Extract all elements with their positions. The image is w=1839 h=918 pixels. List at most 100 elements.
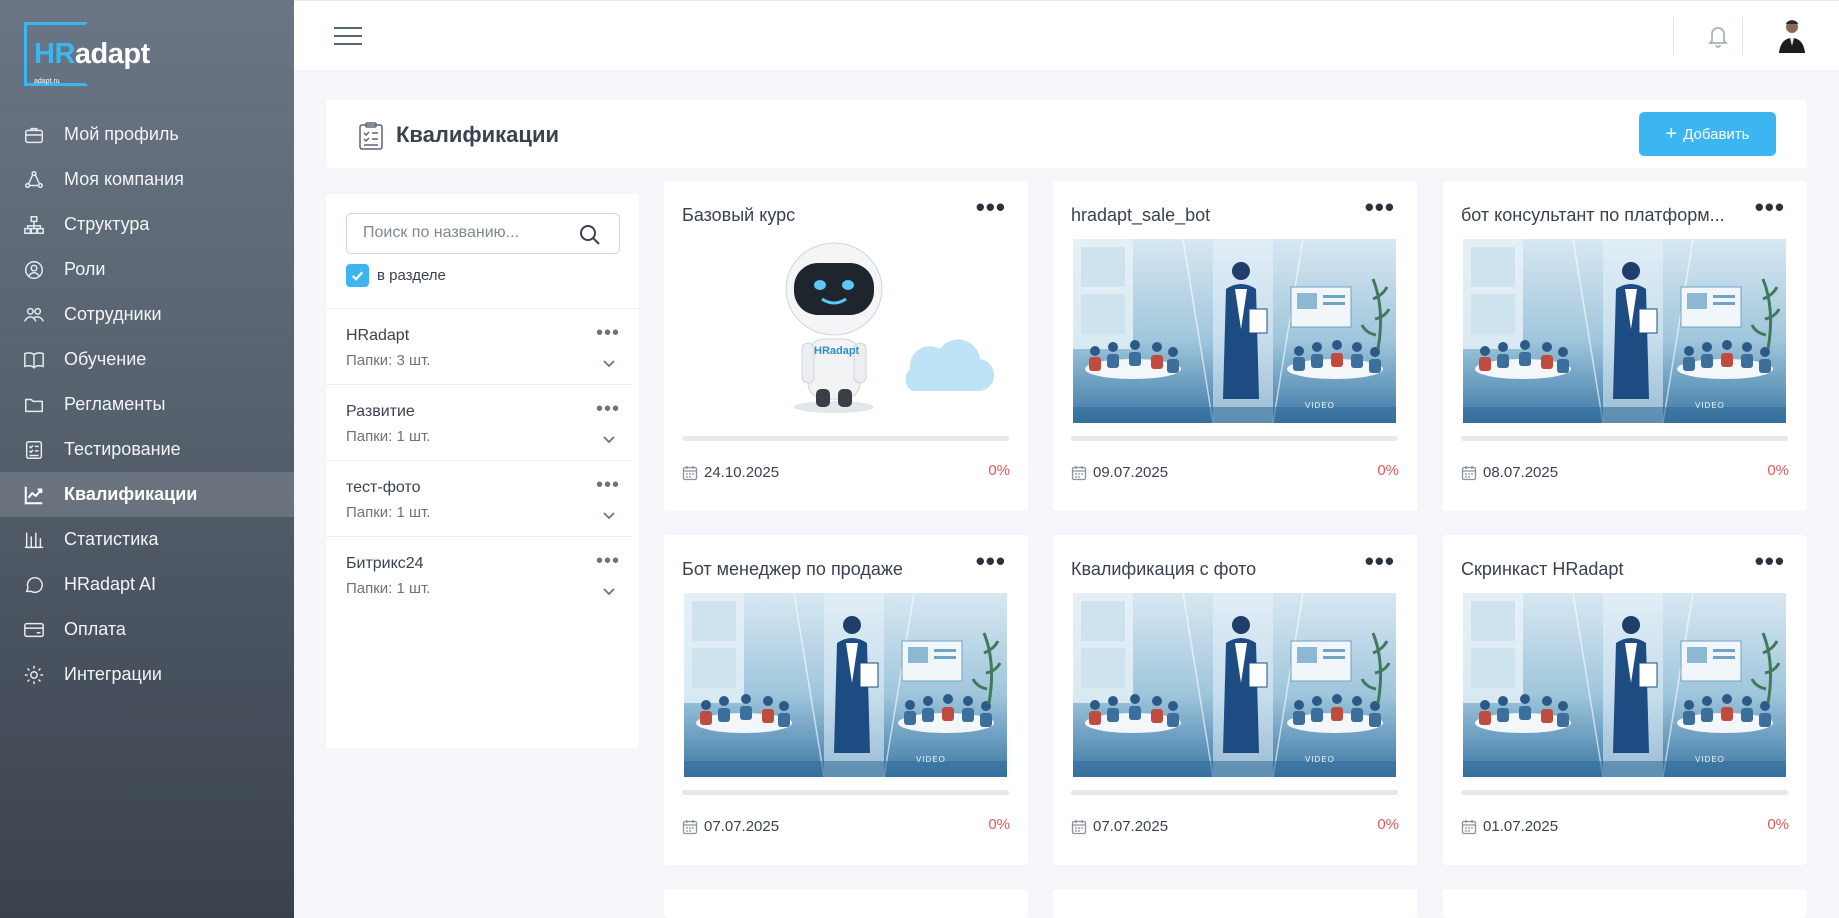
search-icon[interactable] [579,224,601,246]
qualification-card[interactable]: hradapt_sale_bot ••• VIDEO 09.07.2025 0% [1053,181,1417,511]
card-icon [22,618,46,642]
chevron-down-icon[interactable] [602,355,616,368]
qualification-card[interactable]: Бот менеджер по продаже ••• VIDEO 07.07.… [664,535,1028,865]
sidebar-item-learning[interactable]: Обучение [0,337,294,382]
folder-count: Папки: 3 шт. [346,352,431,369]
in-section-checkbox[interactable] [346,264,369,287]
sidebar-item-label: Мой профиль [64,124,179,144]
video-label: VIDEO [1695,755,1725,764]
sidebar-item-label: Регламенты [64,394,166,414]
qualification-card[interactable]: Скринкаст HRadapt ••• VIDEO 01.07.2025 0… [1443,535,1807,865]
qualification-card[interactable] [1053,889,1417,918]
folder-item[interactable]: Развитие Папки: 1 шт. ••• [326,385,633,461]
page-title: Квалификации [396,122,559,147]
chevron-down-icon[interactable] [602,507,616,520]
sidebar-item-label: Обучение [64,349,147,369]
folder-item[interactable]: тест-фото Папки: 1 шт. ••• [326,461,633,537]
filter-panel: в разделе HRadapt Папки: 3 шт. ••• Разви… [326,194,639,748]
card-date-text: 07.07.2025 [704,818,780,835]
sidebar-item-regulations[interactable]: Регламенты [0,382,294,427]
sidebar-item-statistics[interactable]: Статистика [0,517,294,562]
folder-list: HRadapt Папки: 3 шт. ••• Развитие Папки:… [326,308,639,613]
card-date: 09.07.2025 [1071,464,1168,481]
checklist-icon [358,122,384,150]
sidebar-item-my-profile[interactable]: Мой профиль [0,112,294,157]
qualification-card[interactable] [1443,889,1807,918]
folder-item[interactable]: Битрикс24 Папки: 1 шт. ••• [326,537,633,613]
sidebar-item-hradapt-ai[interactable]: HRadapt AI [0,562,294,607]
page-header: Квалификации + Добавить [326,100,1807,168]
chat-icon [22,573,46,597]
sidebar-item-payment[interactable]: Оплата [0,607,294,652]
more-icon[interactable]: ••• [1365,548,1395,574]
chart-line-icon [22,483,46,507]
in-section-toggle[interactable]: в разделе [346,264,446,287]
checklist-icon [22,438,46,462]
search-box [346,213,620,254]
sidebar-item-qualifications[interactable]: Квалификации [0,472,294,517]
bitrix-logo-text: Битрикс24 [920,389,993,405]
more-icon[interactable]: ••• [596,323,620,343]
sidebar-item-my-company[interactable]: Моя компания [0,157,294,202]
top-bar [294,0,1839,70]
card-date-text: 01.07.2025 [1483,818,1559,835]
add-button[interactable]: + Добавить [1639,112,1776,156]
more-icon[interactable]: ••• [596,399,620,419]
sidebar-item-label: Моя компания [64,169,184,189]
card-image: VIDEO [1073,593,1396,777]
qualification-card[interactable] [664,889,1028,918]
sidebar-item-testing[interactable]: Тестирование [0,427,294,472]
more-icon[interactable]: ••• [1365,194,1395,220]
divider [1742,17,1743,55]
sidebar-item-label: Интеграции [64,664,162,684]
card-progress-value: 0% [1767,816,1789,833]
video-label: VIDEO [916,755,946,764]
sidebar: HRadapt adapt.ru Мой профиль Моя компани… [0,0,294,918]
folder-name: тест-фото [346,479,421,496]
sidebar-item-structure[interactable]: Структура [0,202,294,247]
calendar-icon [1461,819,1477,834]
bell-icon[interactable] [1706,23,1730,49]
chevron-down-icon[interactable] [602,583,616,596]
sidebar-item-label: Сотрудники [64,304,162,324]
video-label: VIDEO [1305,755,1335,764]
menu-icon[interactable] [334,27,362,47]
more-icon[interactable]: ••• [596,551,620,571]
progress-bar [1071,790,1398,795]
qualification-card[interactable]: Базовый курс ••• HRadapt Битрикс24 24.10… [664,181,1028,511]
folder-count: Папки: 1 шт. [346,428,431,445]
card-title: hradapt_sale_bot [1071,205,1211,225]
sidebar-item-roles[interactable]: Роли [0,247,294,292]
qualification-card[interactable]: Квалификация с фото ••• VIDEO 07.07.2025… [1053,535,1417,865]
qualification-card[interactable]: бот консультант по платформ... ••• VIDEO… [1443,181,1807,511]
sidebar-item-employees[interactable]: Сотрудники [0,292,294,337]
calendar-icon [682,819,698,834]
sidebar-item-label: Роли [64,259,106,279]
sidebar-item-integrations[interactable]: Интеграции [0,652,294,697]
users-icon [22,303,46,327]
more-icon[interactable]: ••• [1755,548,1785,574]
card-title: Квалификация с фото [1071,559,1257,579]
logo[interactable]: HRadapt adapt.ru [24,22,154,88]
search-input[interactable] [363,224,573,242]
card-date: 07.07.2025 [682,818,779,835]
card-progress-value: 0% [1377,462,1399,479]
folder-item[interactable]: HRadapt Папки: 3 шт. ••• [326,309,633,385]
folder-icon [22,393,46,417]
card-progress-value: 0% [1767,462,1789,479]
more-icon[interactable]: ••• [976,548,1006,574]
more-icon[interactable]: ••• [1755,194,1785,220]
sidebar-item-label: HRadapt AI [64,574,157,594]
more-icon[interactable]: ••• [596,475,620,495]
calendar-icon [1071,465,1087,480]
video-label: VIDEO [1305,401,1335,410]
calendar-icon [682,465,698,480]
more-icon[interactable]: ••• [976,194,1006,220]
progress-bar [682,790,1009,795]
sidebar-item-label: Тестирование [64,439,181,459]
chevron-down-icon[interactable] [602,431,616,444]
plus-icon: + [1665,123,1678,145]
card-title: Скринкаст HRadapt [1461,559,1624,579]
avatar[interactable] [1776,15,1808,53]
calendar-icon [1461,465,1477,480]
